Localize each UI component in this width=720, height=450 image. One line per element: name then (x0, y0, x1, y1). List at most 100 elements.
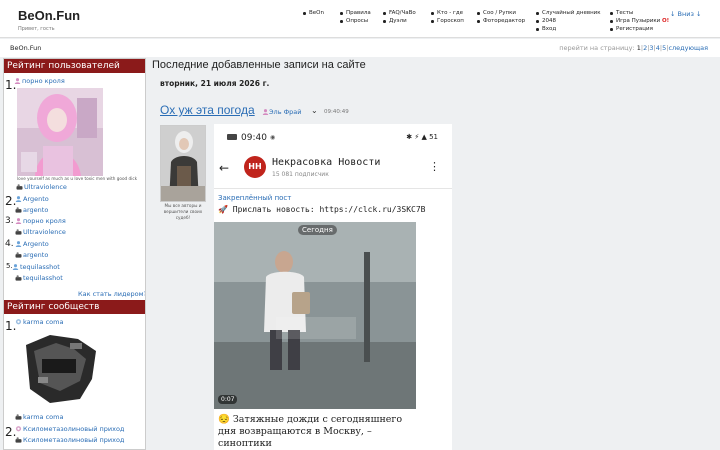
menu-item-beon[interactable]: BeOn (302, 9, 324, 17)
menu-column-7: Тесты Игра Пузырики O! Регистрация (609, 9, 669, 33)
chevron-down-icon[interactable]: ⌄ (311, 106, 318, 115)
menu-item-login[interactable]: Вход (535, 25, 601, 33)
user-icon (15, 196, 22, 202)
pinned-label: Закреплённый пост (218, 194, 292, 202)
menu-item-bubbles-label: Игра Пузырики (616, 18, 661, 24)
post-author[interactable]: Эль Фрай (262, 108, 302, 116)
community-name: Ксилометазолиновый приход (23, 425, 125, 433)
partner-name: Ultraviolence (24, 183, 67, 191)
users-rating-header: Рейтинг пользователей (4, 59, 145, 73)
next-page-link[interactable]: следующая (668, 44, 708, 52)
community-name: karma coma (23, 318, 64, 326)
partner-name: tequilasshot (23, 274, 63, 282)
couple-icon (15, 207, 22, 213)
rocket-icon: 🚀 (218, 205, 228, 214)
menu-item-photo-editor[interactable]: Фоторедактор (476, 17, 525, 25)
community-avatar-image (20, 329, 100, 409)
phone-status-bar: 09:40 ◉ ✱ ⚡ ▲ 51 (214, 124, 452, 148)
user-name: порно кроля (23, 217, 66, 225)
menu-item-random-diary[interactable]: Случайный дневник (535, 9, 601, 17)
user-4-partner[interactable]: argento (15, 251, 48, 259)
couple-icon (15, 414, 22, 420)
menu-item-polls[interactable]: Опросы (339, 17, 371, 25)
post-image[interactable]: 09:40 ◉ ✱ ⚡ ▲ 51 ← НН Некрасовка Новости… (214, 124, 452, 450)
menu-item-tests[interactable]: Тесты (609, 9, 669, 17)
user-1-partner[interactable]: Ultraviolence (16, 183, 67, 191)
menu-item-duels[interactable]: Дуэли (382, 17, 416, 25)
user-avatar-caption: love yourself as much as u love toxic me… (17, 176, 138, 181)
menu-column-6: Случайный дневник 2048 Вход (535, 9, 601, 33)
user-rank-4: 4. (5, 239, 14, 249)
breadcrumb-bar: BeOn.Fun перейти на страницу: 1|2|3|4|5|… (0, 39, 720, 57)
sad-face-icon: 😔 (218, 414, 230, 425)
pagination: перейти на страницу: 1|2|3|4|5|следующая (559, 44, 708, 52)
user-name: Argento (23, 240, 49, 248)
menu-column-1: BeOn (302, 9, 324, 17)
menu-item-who-where[interactable]: Кто - где (430, 9, 464, 17)
breadcrumb[interactable]: BeOn.Fun (10, 44, 41, 52)
channel-name: Некрасовка Новости (272, 157, 381, 168)
menu-item-2048[interactable]: 2048 (535, 17, 601, 25)
phone-time: 09:40 (241, 133, 267, 143)
user-icon (14, 78, 21, 84)
user-icon (12, 264, 19, 270)
user-5[interactable]: tequilasshot (12, 263, 60, 271)
site-header: BeOn.Fun Привет, гость BeOn Правила Опро… (0, 0, 720, 38)
user-3[interactable]: порно кроля (15, 217, 66, 225)
site-logo[interactable]: BeOn.Fun (18, 8, 80, 23)
post-author-avatar[interactable] (160, 125, 206, 202)
page-title: Последние добавленные записи на сайте (152, 59, 366, 71)
user-name: порно кроля (22, 77, 65, 85)
community-icon (15, 319, 22, 325)
user-avatar[interactable] (17, 88, 103, 176)
scroll-down-link[interactable]: ↓ Вниз ↓ (670, 10, 701, 18)
menu-item-horoscope[interactable]: Гороскоп (430, 17, 464, 25)
user-5-partner[interactable]: tequilasshot (15, 274, 63, 282)
partner-name: argento (23, 206, 49, 214)
author-avatar-caption: Мы все авторы и вершители своих судеб! (163, 203, 203, 220)
menu-item-bubbles-game[interactable]: Игра Пузырики O! (609, 17, 669, 25)
post-title-link[interactable]: Ох уж эта погода (160, 103, 255, 117)
user-4[interactable]: Argento (15, 240, 49, 248)
community-1-owner[interactable]: karma coma (15, 413, 63, 421)
video-frame[interactable]: Сегодня 0:07 (214, 222, 416, 409)
menu-item-rules[interactable]: Правила (339, 9, 371, 17)
community-2-owner[interactable]: Ксилометазолиновый приход (15, 436, 124, 444)
phone-status-icons: ✱ ⚡ ▲ 51 (406, 133, 438, 141)
video-duration: 0:07 (218, 395, 238, 404)
user-icon (262, 109, 269, 115)
pagination-label: перейти на страницу: (559, 44, 635, 52)
user-2-partner[interactable]: argento (15, 206, 48, 214)
rss-icon: ◉ (270, 134, 276, 141)
app-icon (227, 134, 237, 140)
avatar-image (17, 88, 103, 176)
community-icon (15, 426, 22, 432)
menu-column-5: Соо / Рупки Фоторедактор (476, 9, 525, 25)
more-vertical-icon[interactable]: ⋮ (429, 160, 440, 173)
post-author-name: Эль Фрай (269, 108, 302, 116)
community-1[interactable]: karma coma (15, 318, 63, 326)
post-time: 09:40:49 (324, 109, 349, 115)
menu-column-4: Кто - где Гороскоп (430, 9, 464, 25)
user-rank-3: 3. (5, 216, 14, 226)
couple-icon (15, 229, 22, 235)
greeting-text: Привет, гость (18, 26, 55, 32)
couple-icon (16, 184, 23, 190)
divider (214, 188, 452, 189)
become-leader-link[interactable]: Как стать лидером? (78, 290, 145, 298)
menu-item-communities[interactable]: Соо / Рупки (476, 9, 525, 17)
user-3-partner[interactable]: Ultraviolence (15, 228, 66, 236)
menu-column-3: FAQ/ЧаВо Дуэли (382, 9, 416, 25)
back-arrow-icon[interactable]: ← (219, 161, 229, 175)
user-1[interactable]: порно кроля (14, 77, 65, 85)
community-avatar[interactable] (20, 329, 100, 409)
user-2[interactable]: Argento (15, 195, 49, 203)
community-2[interactable]: Ксилометазолиновый приход (15, 425, 124, 433)
menu-column-2: Правила Опросы (339, 9, 371, 25)
menu-item-faq[interactable]: FAQ/ЧаВо (382, 9, 416, 17)
author-avatar-image (161, 126, 205, 201)
post-date: вторник, 21 июля 2026 г. (160, 79, 270, 88)
menu-item-register[interactable]: Регистрация (609, 25, 669, 33)
couple-icon (15, 275, 22, 281)
user-icon (15, 218, 22, 224)
